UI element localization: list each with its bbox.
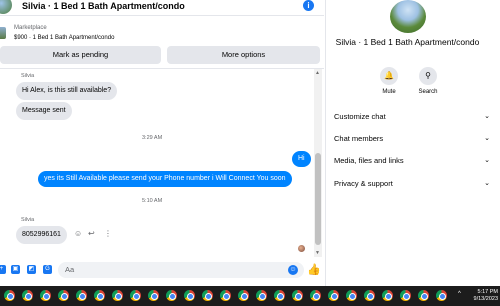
media-files-row[interactable]: Media, files and links ⌄ bbox=[334, 156, 490, 170]
scroll-down-icon[interactable]: ▼ bbox=[315, 250, 320, 256]
reply-icon[interactable]: ↩ bbox=[88, 229, 95, 238]
chevron-down-icon: ⌄ bbox=[484, 157, 490, 164]
timestamp: 5:10 AM bbox=[142, 198, 163, 204]
avatar[interactable] bbox=[0, 0, 12, 14]
incoming-message[interactable]: Message sent bbox=[16, 102, 72, 120]
browser-taskbar-icon[interactable] bbox=[256, 290, 267, 301]
more-actions-icon[interactable]: ⋮ bbox=[104, 229, 112, 238]
browser-taskbar-icon[interactable] bbox=[400, 290, 411, 301]
sender-name: Silvia bbox=[21, 73, 35, 79]
browser-taskbar-icon[interactable] bbox=[4, 290, 15, 301]
chat-column: Silvia · 1 Bed 1 Bath Apartment/condo i … bbox=[0, 0, 324, 286]
browser-taskbar-icon[interactable] bbox=[166, 290, 177, 301]
plus-icon[interactable]: + bbox=[0, 265, 6, 274]
react-emoji-icon[interactable]: ☺ bbox=[74, 229, 82, 238]
gif-icon[interactable]: G bbox=[43, 265, 52, 274]
incoming-message[interactable]: 8052996161 bbox=[16, 226, 67, 244]
chevron-down-icon: ⌄ bbox=[484, 135, 490, 142]
browser-taskbar-icon[interactable] bbox=[148, 290, 159, 301]
browser-taskbar-icon[interactable] bbox=[40, 290, 51, 301]
row-label: Chat members bbox=[334, 134, 384, 143]
customize-chat-row[interactable]: Customize chat ⌄ bbox=[334, 112, 490, 126]
browser-taskbar-icon[interactable] bbox=[418, 290, 429, 301]
thumbs-up-icon[interactable]: 👍 bbox=[307, 263, 321, 276]
listing-title[interactable]: $900 · 1 Bed 1 Bath Apartment/condo bbox=[14, 35, 114, 41]
incoming-message[interactable]: Hi Alex, is this still available? bbox=[16, 82, 118, 100]
seen-avatar bbox=[298, 245, 305, 252]
browser-taskbar-icon[interactable] bbox=[292, 290, 303, 301]
chat-members-row[interactable]: Chat members ⌄ bbox=[334, 134, 490, 148]
message-placeholder: Aa bbox=[65, 265, 75, 274]
info-icon[interactable]: i bbox=[303, 0, 314, 11]
panel-title: Silvia · 1 Bed 1 Bath Apartment/condo bbox=[335, 37, 480, 47]
browser-taskbar-icon[interactable] bbox=[202, 290, 213, 301]
chat-title[interactable]: Silvia · 1 Bed 1 Bath Apartment/condo bbox=[22, 1, 185, 11]
browser-taskbar-icon[interactable] bbox=[310, 290, 321, 301]
message-list: Silvia Hi Alex, is this still available?… bbox=[0, 69, 314, 259]
bell-icon[interactable]: 🔔 bbox=[380, 67, 398, 85]
search-label: Search bbox=[418, 89, 438, 95]
taskbar: ^ 5:17 PM 9/13/2023 bbox=[0, 286, 500, 306]
sticker-icon[interactable]: ◩ bbox=[27, 265, 36, 274]
composer: + ▣ ◩ G Aa ☺ 👍 bbox=[0, 260, 324, 282]
listing-thumbnail[interactable] bbox=[0, 27, 6, 39]
browser-taskbar-icon[interactable] bbox=[76, 290, 87, 301]
message-input[interactable]: Aa bbox=[58, 262, 304, 278]
marketplace-label: Marketplace bbox=[14, 25, 47, 31]
browser-taskbar-icon[interactable] bbox=[220, 290, 231, 301]
browser-taskbar-icon[interactable] bbox=[436, 290, 447, 301]
conversation-info-panel: Silvia · 1 Bed 1 Bath Apartment/condo 🔔 … bbox=[325, 0, 500, 286]
row-label: Media, files and links bbox=[334, 156, 404, 165]
browser-taskbar-icon[interactable] bbox=[58, 290, 69, 301]
browser-taskbar-icon[interactable] bbox=[274, 290, 285, 301]
taskbar-date: 9/13/2023 bbox=[473, 296, 498, 302]
row-label: Customize chat bbox=[334, 112, 386, 121]
timestamp: 3:29 AM bbox=[142, 135, 163, 141]
browser-taskbar-icon[interactable] bbox=[130, 290, 141, 301]
browser-taskbar-icon[interactable] bbox=[346, 290, 357, 301]
outgoing-message[interactable]: yes its Still Available please send your… bbox=[38, 171, 292, 187]
more-options-button[interactable]: More options bbox=[167, 46, 320, 64]
chevron-up-icon[interactable]: ^ bbox=[458, 291, 461, 297]
taskbar-clock[interactable]: 5:17 PM 9/13/2023 bbox=[470, 289, 498, 303]
mute-label: Mute bbox=[382, 89, 396, 95]
browser-taskbar-icon[interactable] bbox=[22, 290, 33, 301]
search-icon[interactable]: ⚲ bbox=[419, 67, 437, 85]
privacy-support-row[interactable]: Privacy & support ⌄ bbox=[334, 179, 490, 193]
scrollbar[interactable]: ▲ ▼ bbox=[314, 69, 322, 257]
chat-header: Silvia · 1 Bed 1 Bath Apartment/condo i bbox=[0, 0, 324, 16]
mark-pending-button[interactable]: Mark as pending bbox=[0, 46, 161, 64]
scrollbar-thumb[interactable] bbox=[315, 153, 321, 245]
emoji-icon[interactable]: ☺ bbox=[288, 265, 298, 275]
browser-taskbar-icon[interactable] bbox=[364, 290, 375, 301]
outgoing-message[interactable]: Hi bbox=[292, 151, 311, 167]
chevron-down-icon: ⌄ bbox=[484, 180, 490, 187]
taskbar-time: 5:17 PM bbox=[477, 289, 498, 295]
messenger-app: Silvia · 1 Bed 1 Bath Apartment/condo i … bbox=[0, 0, 500, 286]
browser-taskbar-icon[interactable] bbox=[328, 290, 339, 301]
scroll-up-icon[interactable]: ▲ bbox=[315, 70, 320, 76]
browser-taskbar-icon[interactable] bbox=[94, 290, 105, 301]
browser-taskbar-icon[interactable] bbox=[382, 290, 393, 301]
image-icon[interactable]: ▣ bbox=[11, 265, 20, 274]
browser-taskbar-icon[interactable] bbox=[238, 290, 249, 301]
browser-taskbar-icon[interactable] bbox=[112, 290, 123, 301]
chevron-down-icon: ⌄ bbox=[484, 113, 490, 120]
row-label: Privacy & support bbox=[334, 179, 393, 188]
sender-name: Silvia bbox=[21, 217, 35, 223]
listing-photo[interactable] bbox=[390, 0, 426, 33]
browser-taskbar-icon[interactable] bbox=[184, 290, 195, 301]
